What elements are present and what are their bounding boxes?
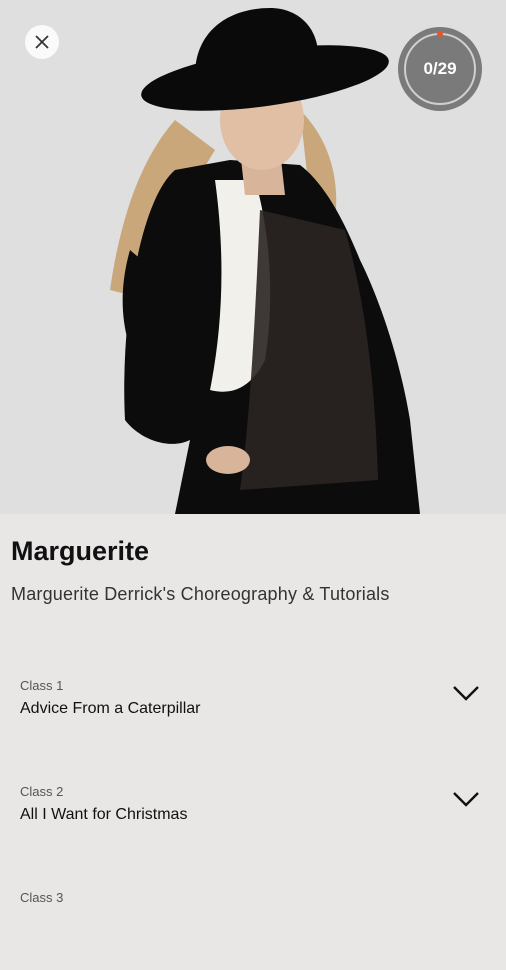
chevron-down-icon[interactable] bbox=[452, 790, 480, 808]
hero-image: 0/29 bbox=[0, 0, 506, 514]
close-button[interactable] bbox=[25, 25, 59, 59]
course-subtitle: Marguerite Derrick's Choreography & Tuto… bbox=[11, 584, 390, 604]
class-item[interactable]: Class 3 bbox=[0, 890, 506, 970]
class-name: All I Want for Christmas bbox=[20, 806, 188, 823]
class-number: Class 1 bbox=[20, 678, 64, 693]
course-details: Marguerite Marguerite Derrick's Choreogr… bbox=[0, 514, 506, 905]
class-item[interactable]: Class 2 All I Want for Christmas bbox=[0, 784, 506, 864]
progress-indicator: 0/29 bbox=[397, 26, 483, 112]
progress-label: 0/29 bbox=[423, 59, 457, 78]
course-title: Marguerite bbox=[11, 536, 150, 566]
close-icon bbox=[35, 35, 49, 49]
class-number: Class 2 bbox=[20, 784, 64, 799]
chevron-down-icon[interactable] bbox=[452, 684, 480, 702]
class-name: Advice From a Caterpillar bbox=[20, 700, 201, 717]
class-number: Class 3 bbox=[20, 890, 64, 905]
class-item[interactable]: Class 1 Advice From a Caterpillar bbox=[0, 678, 506, 758]
